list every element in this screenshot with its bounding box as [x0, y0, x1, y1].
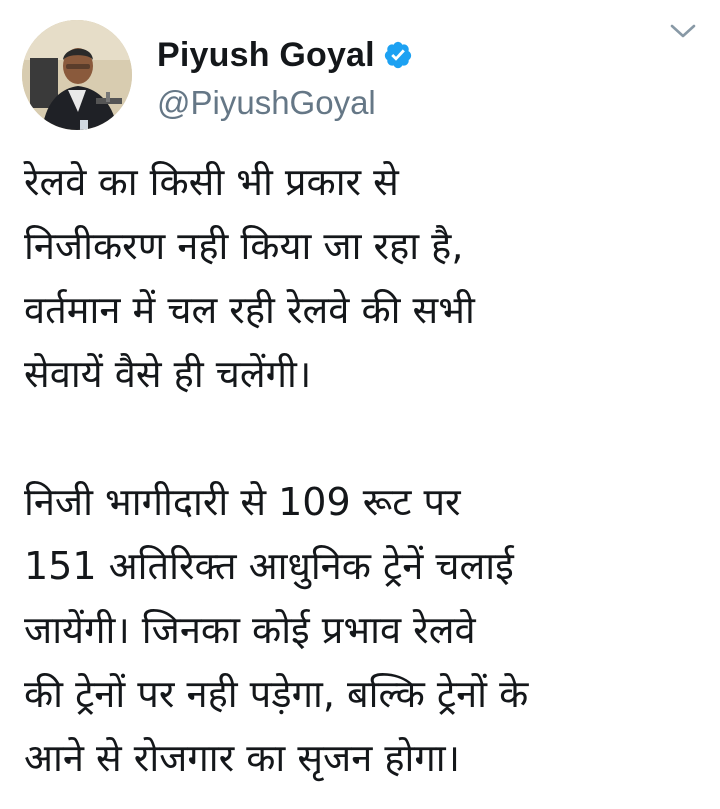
tweet-header: Piyush Goyal @PiyushGoyal [22, 20, 720, 130]
author-name-row: Piyush Goyal [157, 32, 413, 78]
author-handle[interactable]: @PiyushGoyal [157, 84, 376, 122]
tweet-text: रेलवे का किसी भी प्रकार से निजीकरण नही क… [24, 150, 704, 790]
avatar[interactable] [22, 20, 132, 130]
author-display-name[interactable]: Piyush Goyal [157, 36, 375, 75]
verified-badge-icon [384, 41, 411, 69]
tweet-card: Piyush Goyal @PiyushGoyal रेलवे का किसी … [0, 0, 720, 809]
avatar-photo [22, 20, 132, 130]
chevron-down-icon[interactable] [668, 20, 698, 42]
tweet-paragraph: रेलवे का किसी भी प्रकार से निजीकरण नही क… [24, 160, 475, 396]
tweet-paragraph: निजी भागीदारी से 109 रूट पर 151 अतिरिक्त… [24, 480, 529, 780]
